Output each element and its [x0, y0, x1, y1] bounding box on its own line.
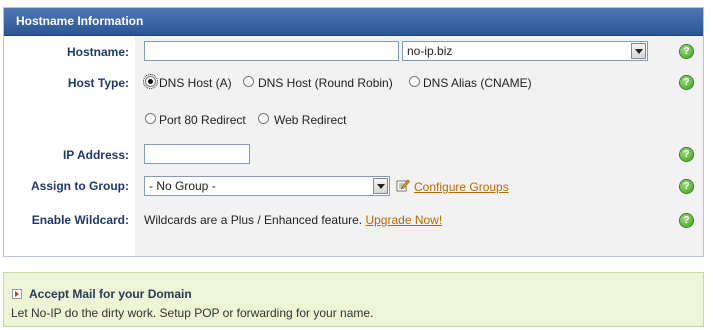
ip-address-input[interactable]: [144, 144, 250, 164]
help-icon[interactable]: ?: [680, 148, 693, 161]
ip-address-label: IP Address:: [62, 148, 129, 162]
group-row: Assign to Group: - No Group - Configure …: [4, 176, 703, 200]
host-type-row-2: Port 80 Redirect Web Redirect: [4, 109, 703, 129]
help-icon[interactable]: ?: [680, 214, 693, 227]
radio-web-redirect[interactable]: [258, 113, 269, 124]
host-type-row: Host Type: DNS Host (A) DNS Host (Round …: [4, 72, 703, 96]
panel-title: Hostname Information: [4, 8, 703, 36]
group-label: Assign to Group:: [31, 179, 129, 193]
radio-dns-round-robin[interactable]: [243, 76, 254, 87]
radio-port-80-redirect[interactable]: [145, 113, 156, 124]
panel-body: Hostname: no-ip.biz ? Host Type: DNS Hos…: [4, 36, 703, 256]
group-select-value: - No Group -: [149, 179, 216, 193]
hostname-input[interactable]: [144, 41, 399, 61]
radio-label-dns-alias-cname: DNS Alias (CNAME): [423, 76, 532, 90]
chevron-down-icon[interactable]: [631, 43, 646, 59]
radio-label-dns-host-a: DNS Host (A): [159, 76, 232, 90]
upgrade-now-link[interactable]: Upgrade Now!: [365, 213, 442, 227]
chevron-down-icon[interactable]: [373, 178, 388, 194]
hostname-row: Hostname: no-ip.biz ?: [4, 41, 703, 65]
mail-promo-box: Accept Mail for your Domain Let No-IP do…: [3, 272, 704, 327]
group-select[interactable]: - No Group -: [144, 176, 390, 196]
domain-select[interactable]: no-ip.biz: [402, 41, 648, 61]
promo-title[interactable]: Accept Mail for your Domain: [29, 287, 192, 301]
hostname-label: Hostname:: [66, 45, 129, 59]
ip-address-row: IP Address: ?: [4, 144, 703, 168]
domain-select-value: no-ip.biz: [407, 44, 453, 58]
help-icon[interactable]: ?: [680, 180, 693, 193]
wildcard-note: Wildcards are a Plus / Enhanced feature.…: [144, 213, 442, 227]
configure-groups-link[interactable]: Configure Groups: [414, 180, 509, 194]
help-icon[interactable]: ?: [680, 45, 693, 58]
edit-icon[interactable]: [396, 178, 410, 192]
wildcard-label: Enable Wildcard:: [31, 213, 129, 227]
help-icon[interactable]: ?: [680, 76, 693, 89]
radio-dns-alias-cname[interactable]: [409, 76, 420, 87]
arrow-right-icon[interactable]: [12, 289, 22, 299]
wildcard-note-text: Wildcards are a Plus / Enhanced feature.: [144, 213, 363, 227]
radio-dns-host-a[interactable]: [143, 74, 158, 89]
host-type-label: Host Type:: [67, 76, 129, 90]
wildcard-row: Enable Wildcard: Wildcards are a Plus / …: [4, 210, 703, 234]
hostname-information-panel: Hostname Information Hostname: no-ip.biz…: [3, 7, 704, 257]
radio-label-dns-round-robin: DNS Host (Round Robin): [258, 76, 393, 90]
radio-label-port-80-redirect: Port 80 Redirect: [159, 113, 246, 127]
promo-text: Let No-IP do the dirty work. Setup POP o…: [11, 306, 374, 320]
radio-label-web-redirect: Web Redirect: [274, 113, 347, 127]
